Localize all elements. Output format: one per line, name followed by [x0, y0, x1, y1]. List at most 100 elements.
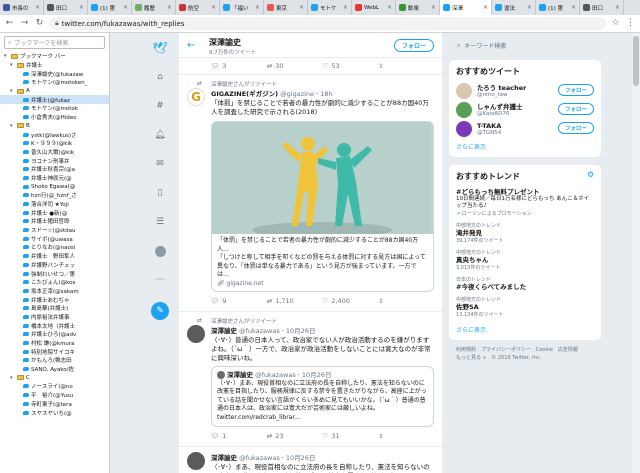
url-field[interactable]: 🔒︎ twitter.com/fukazawas/with_replies — [49, 17, 606, 30]
menu-icon[interactable]: ⋮ — [625, 18, 636, 29]
close-tab-icon[interactable]: × — [167, 4, 172, 11]
bookmark-item[interactable]: スヤスヤいち(@ — [0, 408, 109, 417]
bookmark-item[interactable]: 強制わいせつ／第 — [0, 269, 109, 278]
trend-item[interactable]: 中部地方のトレンド 滝井発見 39,174件のツイート — [449, 220, 601, 247]
footer-link[interactable]: 広告情報 — [558, 346, 578, 354]
show-more-link[interactable]: さらに表示 — [449, 138, 601, 157]
trend-item[interactable]: 中部地方のトレンド 佐野SA 13,134件のツイート — [449, 294, 601, 321]
close-tab-icon[interactable]: × — [299, 4, 304, 11]
bookmark-item[interactable]: 弁護士 野田隼人 — [0, 252, 109, 261]
bookmark-item[interactable]: 内原裕法弁護事 — [0, 313, 109, 322]
follow-button[interactable]: フォロー — [557, 84, 594, 96]
bookmark-item[interactable]: 弁護士神原元(@ — [0, 174, 109, 183]
avatar[interactable] — [456, 101, 472, 118]
bookmark-item[interactable]: 島島華(弁護士) — [0, 304, 109, 313]
like-button[interactable]: ♡ 31 — [323, 432, 379, 440]
trend-item[interactable]: 中部地方のトレンド 真央ちゃん 3,013件のツイート — [449, 247, 601, 274]
bookmark-item[interactable]: 落合洋司 ★Yoji — [0, 200, 109, 209]
reply-button[interactable]: 💬︎ 3 — [211, 62, 267, 70]
footer-link[interactable]: もっと見る ∨ — [456, 354, 486, 362]
bookmark-item[interactable]: 弁護士 ●新(@ — [0, 208, 109, 217]
browser-tab[interactable]: 深澤 × — [440, 0, 492, 15]
retweet-button[interactable]: ⇄ 1,710 — [267, 297, 323, 305]
expand-toggle-icon[interactable]: ▾ — [10, 123, 15, 129]
follow-button[interactable]: フォロー — [393, 39, 434, 52]
more-icon[interactable]: ⋯ — [153, 273, 167, 287]
close-tab-icon[interactable]: × — [387, 4, 392, 11]
bookmark-folder[interactable]: ▾ A — [0, 87, 109, 96]
avatar[interactable] — [187, 452, 205, 470]
compose-icon[interactable]: ✎ — [151, 302, 169, 320]
browser-tab[interactable]: (1) 第 × — [536, 0, 580, 15]
reload-icon[interactable]: ↻ — [34, 18, 45, 29]
close-tab-icon[interactable]: × — [79, 4, 84, 11]
hashtag-icon[interactable]: # — [153, 99, 167, 113]
twitter-search-input[interactable]: ⌕ キーワード検索 — [449, 39, 601, 52]
bookmark-item[interactable]: 小倉秀夫(@Hideo — [0, 113, 109, 122]
like-button[interactable]: ♡ 53 — [323, 62, 379, 70]
bookmark-item[interactable]: サイボ(@uwasa — [0, 234, 109, 243]
forward-icon[interactable]: → — [19, 18, 30, 29]
bookmark-item[interactable]: hzn行(@_hznf_さ — [0, 191, 109, 200]
tweet-author[interactable]: 深澤諭史 — [211, 454, 237, 462]
trends-show-more-link[interactable]: さらに表示 — [449, 321, 601, 340]
footer-link[interactable]: © 2019 Twitter, Inc. — [491, 354, 541, 362]
browser-tab[interactable]: 履歴 × — [132, 0, 176, 15]
quote-url[interactable]: twitter.com/redcrab_librar… — [217, 414, 428, 423]
follow-button[interactable]: フォロー — [557, 122, 594, 134]
close-tab-icon[interactable]: × — [527, 4, 532, 11]
bookmark-search-input[interactable]: ⌕ ブックマークを検索 — [4, 36, 105, 49]
back-arrow-icon[interactable]: ← — [187, 40, 195, 51]
bookmark-item[interactable]: 弁護士猪田哲郎 — [0, 217, 109, 226]
close-tab-icon[interactable]: × — [615, 4, 620, 11]
like-button[interactable]: ♡ 2,400 — [323, 297, 379, 305]
back-icon[interactable]: ← — [4, 18, 15, 29]
browser-tab[interactable]: 東京 × — [264, 0, 308, 15]
retweet-button[interactable]: ⇄ 23 — [267, 432, 323, 440]
bell-icon[interactable]: 🔔︎ — [153, 128, 167, 142]
reply-button[interactable]: 💬︎ 9 — [211, 297, 267, 305]
footer-link[interactable]: Cookie — [536, 346, 553, 354]
recommended-user[interactable]: T-TAKA @TGN54 フォロー — [449, 119, 601, 138]
browser-tab[interactable]: 田口 × — [44, 0, 88, 15]
bookmark-item[interactable]: 寺町東子(@tera — [0, 400, 109, 409]
bookmark-item[interactable]: ノースライ(@no — [0, 382, 109, 391]
trend-item[interactable]: 日本のトレンド #今夜くらべてみました — [449, 274, 601, 294]
bookmark-item[interactable]: こたびょん(@kos — [0, 278, 109, 287]
browser-tab[interactable]: (1) 第 × — [88, 0, 132, 15]
close-tab-icon[interactable]: × — [211, 4, 216, 11]
mail-icon[interactable]: ✉ — [153, 157, 167, 171]
browser-tab[interactable]: 「福い × — [220, 0, 264, 15]
browser-tab[interactable]: 違法 × — [492, 0, 536, 15]
expand-toggle-icon[interactable]: ▾ — [10, 375, 15, 381]
bookmark-item[interactable]: 特別地院サイコキ — [0, 347, 109, 356]
settings-gear-icon[interactable]: ⚙ — [587, 170, 594, 179]
link-card[interactable]: 「体罰」を禁じることで若者の暴力性が劇的に減少することが88カ国40万人… 「し… — [211, 121, 434, 292]
browser-tab[interactable]: 歓楽 × — [396, 0, 440, 15]
bookmark-item[interactable]: 弁護士ひろ(@adv — [0, 330, 109, 339]
bookmark-item[interactable]: かもんろ(鴨志田 — [0, 356, 109, 365]
follow-button[interactable]: フォロー — [557, 103, 594, 115]
bookmark-item[interactable]: スドー☆(@stdau — [0, 226, 109, 235]
bookmark-item[interactable]: 坂本正幸(@sakam — [0, 287, 109, 296]
bookmark-item[interactable]: 普久山大爾(@kik — [0, 148, 109, 157]
bookmark-item[interactable]: 平 裕介(@Yusu — [0, 391, 109, 400]
avatar[interactable] — [187, 325, 205, 343]
expand-toggle-icon[interactable]: ▾ — [4, 53, 9, 59]
scrollbar-thumb[interactable] — [633, 36, 639, 86]
bookmark-item[interactable]: モトケン(@motok — [0, 104, 109, 113]
twitter-logo-icon[interactable]: 🕊︎ — [152, 41, 167, 55]
recommended-user[interactable]: たろう teacher @nmo_taw フォロー — [449, 81, 601, 100]
close-tab-icon[interactable]: × — [483, 4, 488, 11]
bookmark-icon[interactable]: ▯ — [153, 186, 167, 200]
avatar[interactable] — [456, 82, 472, 99]
close-tab-icon[interactable]: × — [571, 4, 576, 11]
bookmark-item[interactable]: 弁護士あむぢゃ — [0, 295, 109, 304]
bookmark-folder[interactable]: ▾ ブックマーク バー — [0, 52, 109, 61]
quote-tweet[interactable]: 深澤諭史 @fukazawas · 10月26日 （･∀･）まあ、現役首相なのに… — [211, 366, 434, 427]
trend-item[interactable]: #どらもっち無料プレゼント 10日間連続／毎日1万名様にどらもっち あんこ＆ホイッ… — [449, 186, 601, 220]
bookmark-folder[interactable]: ▾ 弁護士 — [0, 61, 109, 70]
bookmark-item[interactable]: ystk(@lawkus)さ — [0, 130, 109, 139]
bookmark-item[interactable]: とりなお(@naosi — [0, 243, 109, 252]
browser-tab[interactable]: 田口 × — [580, 0, 624, 15]
